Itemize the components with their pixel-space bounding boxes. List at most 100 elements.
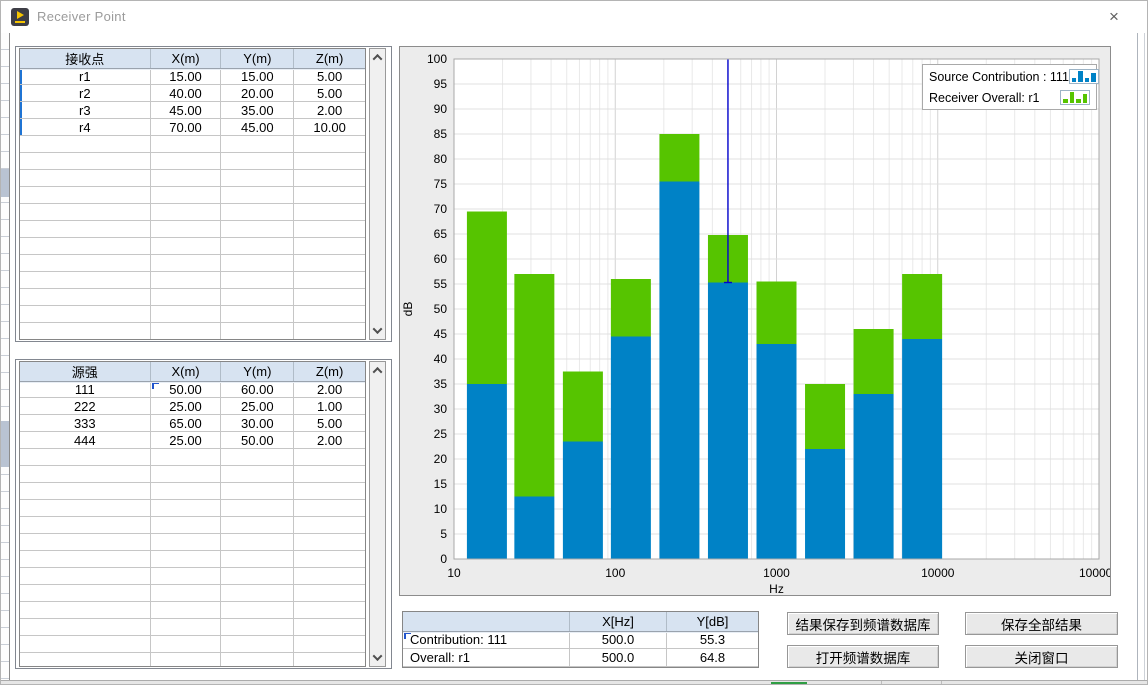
table-cell[interactable]: 5.00	[294, 415, 365, 432]
table-cell	[221, 602, 294, 619]
table-row[interactable]: 22225.0025.001.00	[20, 398, 365, 415]
table-row[interactable]: r240.0020.005.00	[20, 85, 365, 102]
table-cell[interactable]: 25.00	[221, 398, 294, 415]
svg-text:90: 90	[434, 102, 448, 116]
table-cell[interactable]: 70.00	[151, 119, 222, 136]
table-cell	[151, 500, 222, 517]
close-window-button[interactable]: 关闭窗口	[965, 645, 1118, 668]
column-header: X(m)	[151, 362, 222, 381]
table-cell[interactable]: 15.00	[151, 68, 222, 85]
table-row[interactable]: r345.0035.002.00	[20, 102, 365, 119]
table-row	[20, 466, 365, 483]
table-row[interactable]: 44425.0050.002.00	[20, 432, 365, 449]
table-cell[interactable]: 10.00	[294, 119, 365, 136]
svg-text:95: 95	[434, 77, 448, 91]
table-cell[interactable]: 111	[20, 381, 151, 398]
column-header	[403, 612, 570, 631]
table-cell[interactable]: 5.00	[294, 68, 365, 85]
table-row[interactable]: r470.0045.0010.00	[20, 119, 365, 136]
table-row[interactable]: Contribution: 111500.055.3	[403, 631, 758, 649]
table-cell[interactable]: r1	[20, 68, 151, 85]
table-cell	[20, 483, 151, 500]
table-cell[interactable]: 64.8	[667, 649, 758, 667]
table-cell[interactable]: 65.00	[151, 415, 222, 432]
legend-item[interactable]: Source Contribution : 111	[923, 66, 1096, 87]
table-row	[20, 136, 365, 153]
scroll-up-icon[interactable]	[370, 362, 385, 379]
column-header: Y[dB]	[667, 612, 758, 631]
table-cell[interactable]: 25.00	[151, 432, 222, 449]
table-cell	[20, 551, 151, 568]
table-cell	[151, 170, 222, 187]
table-cell	[221, 255, 294, 272]
table-cell[interactable]: 60.00	[221, 381, 294, 398]
table-cell	[221, 449, 294, 466]
receiver-point-window: Receiver Point × 接收点X(m)Y(m)Z(m)r115.001…	[0, 0, 1148, 685]
table-cell	[294, 483, 365, 500]
table-cell[interactable]: 40.00	[151, 85, 222, 102]
table-row	[20, 272, 365, 289]
table-cell	[151, 289, 222, 306]
table-row[interactable]: 11150.0060.002.00	[20, 381, 365, 398]
table-cell[interactable]: 5.00	[294, 85, 365, 102]
table-cell	[294, 449, 365, 466]
table-cell[interactable]: 50.00	[151, 381, 222, 398]
table-cell[interactable]: 35.00	[221, 102, 294, 119]
table-cell[interactable]: 45.00	[151, 102, 222, 119]
table-cell[interactable]: Overall: r1	[403, 649, 570, 667]
table-row	[20, 323, 365, 340]
table-cell[interactable]: 2.00	[294, 381, 365, 398]
table-cell[interactable]: 333	[20, 415, 151, 432]
table-cell[interactable]: 30.00	[221, 415, 294, 432]
table-row[interactable]: Overall: r1500.064.8	[403, 649, 758, 667]
table-cell[interactable]: 15.00	[221, 68, 294, 85]
table-cell	[20, 636, 151, 653]
table-cell[interactable]: 20.00	[221, 85, 294, 102]
scroll-down-icon[interactable]	[370, 649, 385, 666]
table-cell	[221, 636, 294, 653]
receiver-table-scrollbar[interactable]	[369, 48, 386, 340]
table-cell[interactable]: 500.0	[570, 649, 667, 667]
table-row[interactable]: r115.0015.005.00	[20, 68, 365, 85]
svg-text:25: 25	[434, 427, 448, 441]
x-axis-title: Hz	[769, 582, 784, 595]
table-cell	[20, 306, 151, 323]
table-cell	[294, 500, 365, 517]
column-header: Z(m)	[294, 362, 365, 381]
table-row[interactable]: 33365.0030.005.00	[20, 415, 365, 432]
table-cell[interactable]: r3	[20, 102, 151, 119]
table-cell	[294, 568, 365, 585]
scroll-down-icon[interactable]	[370, 322, 385, 339]
table-cell[interactable]: r4	[20, 119, 151, 136]
receiver-table[interactable]: 接收点X(m)Y(m)Z(m)r115.0015.005.00r240.0020…	[19, 48, 366, 340]
source-table[interactable]: 源强X(m)Y(m)Z(m)11150.0060.002.0022225.002…	[19, 361, 366, 667]
table-cell[interactable]: 50.00	[221, 432, 294, 449]
table-cell	[20, 585, 151, 602]
table-cell	[20, 602, 151, 619]
save-to-spectrum-db-button[interactable]: 结果保存到频谱数据库	[787, 612, 939, 635]
legend-item[interactable]: Receiver Overall: r1	[923, 87, 1096, 108]
table-cell[interactable]: 25.00	[151, 398, 222, 415]
save-all-results-button[interactable]: 保存全部结果	[965, 612, 1118, 635]
spectrum-chart[interactable]: 0510152025303540455055606570758085909510…	[400, 47, 1110, 595]
open-spectrum-db-button[interactable]: 打开频谱数据库	[787, 645, 939, 668]
table-cell[interactable]: 55.3	[667, 631, 758, 649]
table-cell[interactable]: 2.00	[294, 102, 365, 119]
close-icon[interactable]: ×	[1097, 2, 1131, 32]
table-cell[interactable]: r2	[20, 85, 151, 102]
spectrum-chart-panel: 0510152025303540455055606570758085909510…	[399, 46, 1111, 596]
table-cell[interactable]: 1.00	[294, 398, 365, 415]
table-cell[interactable]: Contribution: 111	[403, 631, 570, 649]
table-cell[interactable]: 2.00	[294, 432, 365, 449]
scroll-up-icon[interactable]	[370, 49, 385, 66]
chart-legend[interactable]: Source Contribution : 111Receiver Overal…	[922, 64, 1097, 110]
table-cell[interactable]: 45.00	[221, 119, 294, 136]
table-cell[interactable]: 500.0	[570, 631, 667, 649]
table-cell	[20, 221, 151, 238]
table-row	[20, 255, 365, 272]
source-table-scrollbar[interactable]	[369, 361, 386, 667]
svg-text:10: 10	[447, 566, 461, 580]
table-cell[interactable]: 222	[20, 398, 151, 415]
table-cell	[294, 323, 365, 340]
table-cell[interactable]: 444	[20, 432, 151, 449]
